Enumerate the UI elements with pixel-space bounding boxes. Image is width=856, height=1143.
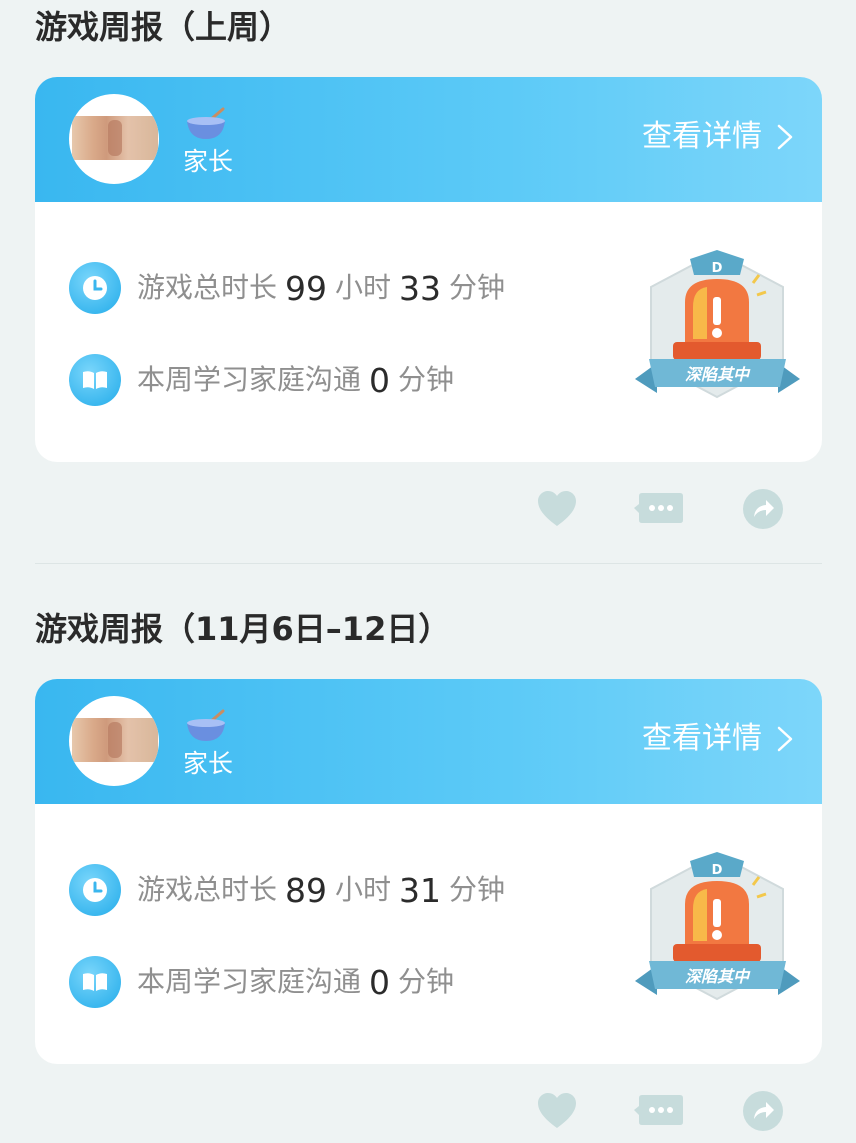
hours-unit: 小时 xyxy=(335,873,392,906)
share-icon xyxy=(743,1091,783,1131)
view-details-label: 查看详情 xyxy=(642,119,762,154)
action-bar xyxy=(0,1086,856,1136)
view-details-link[interactable]: 查看详情 xyxy=(642,719,794,759)
comment-button[interactable] xyxy=(634,484,684,534)
play-time-row: 游戏总时长 99 小时 33 分钟 xyxy=(69,262,505,314)
card-header: 家长 查看详情 xyxy=(35,679,822,804)
minutes-unit: 分钟 xyxy=(449,873,506,906)
study-time-label: 本周学习家庭沟通 xyxy=(137,363,362,396)
report-card[interactable]: 家长 查看详情 游戏总时长 89 小时 31 分钟 本周学习家庭沟通 0 分钟 … xyxy=(35,679,822,1064)
bowl-icon xyxy=(187,107,225,139)
comment-icon xyxy=(634,493,683,523)
report-title: 游戏周报（11月6日–12日） xyxy=(35,610,451,648)
level-badge: D 深陷其中 xyxy=(635,849,800,1009)
play-time-label: 游戏总时长 xyxy=(137,271,278,304)
clock-icon xyxy=(69,262,121,314)
book-icon xyxy=(69,354,121,406)
study-minutes-value: 0 xyxy=(369,360,391,400)
clock-icon xyxy=(69,864,121,916)
badge-letter: D xyxy=(712,863,723,878)
hours-unit: 小时 xyxy=(335,271,392,304)
report-title: 游戏周报（上周） xyxy=(35,8,292,46)
badge-label: 深陷其中 xyxy=(685,967,751,986)
study-time-label: 本周学习家庭沟通 xyxy=(137,965,362,998)
heart-icon xyxy=(538,491,576,526)
comment-button[interactable] xyxy=(634,1086,684,1136)
play-hours-value: 89 xyxy=(285,870,328,910)
badge-letter: D xyxy=(712,261,723,276)
share-icon xyxy=(743,489,783,529)
comment-icon xyxy=(634,1095,683,1125)
divider xyxy=(35,563,822,564)
heart-icon xyxy=(538,1093,576,1128)
play-minutes-value: 31 xyxy=(399,870,442,910)
role-label: 家长 xyxy=(183,749,234,778)
share-button[interactable] xyxy=(738,1086,788,1136)
study-minutes-value: 0 xyxy=(369,962,391,1002)
like-button[interactable] xyxy=(532,484,582,534)
study-minutes-unit: 分钟 xyxy=(398,965,455,998)
action-bar xyxy=(0,484,856,534)
avatar[interactable] xyxy=(69,94,159,184)
minutes-unit: 分钟 xyxy=(449,271,506,304)
play-hours-value: 99 xyxy=(285,268,328,308)
card-header: 家长 查看详情 xyxy=(35,77,822,202)
view-details-link[interactable]: 查看详情 xyxy=(642,117,794,157)
level-badge: D 深陷其中 xyxy=(635,247,800,407)
badge-label: 深陷其中 xyxy=(685,365,751,384)
share-button[interactable] xyxy=(738,484,788,534)
chevron-right-icon xyxy=(777,124,793,150)
bowl-icon xyxy=(187,709,225,741)
role-label: 家长 xyxy=(183,147,234,176)
play-time-row: 游戏总时长 89 小时 31 分钟 xyxy=(69,864,505,916)
study-minutes-unit: 分钟 xyxy=(398,363,455,396)
study-time-row: 本周学习家庭沟通 0 分钟 xyxy=(69,354,454,406)
report-card[interactable]: 家长 查看详情 游戏总时长 99 小时 33 分钟 本周学习家庭沟通 0 分钟 … xyxy=(35,77,822,462)
view-details-label: 查看详情 xyxy=(642,721,762,756)
like-button[interactable] xyxy=(532,1086,582,1136)
play-time-label: 游戏总时长 xyxy=(137,873,278,906)
play-minutes-value: 33 xyxy=(399,268,442,308)
study-time-row: 本周学习家庭沟通 0 分钟 xyxy=(69,956,454,1008)
avatar[interactable] xyxy=(69,696,159,786)
chevron-right-icon xyxy=(777,726,793,752)
book-icon xyxy=(69,956,121,1008)
